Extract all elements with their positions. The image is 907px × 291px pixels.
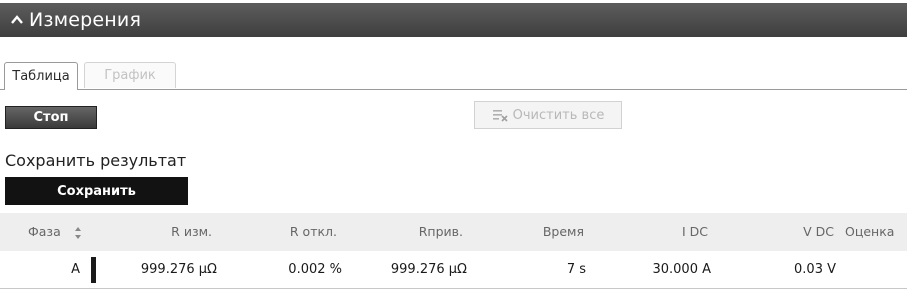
clear-list-icon xyxy=(492,108,508,122)
cell-v-dc: 0.03 V xyxy=(794,262,836,277)
column-header-r-red[interactable]: Rприв. xyxy=(410,213,463,251)
column-header-v-dc[interactable]: V DC xyxy=(790,213,834,251)
column-header-i-dc[interactable]: I DC xyxy=(670,213,708,251)
cell-phase: A xyxy=(71,262,80,277)
cell-r-red: 999.276 µΩ xyxy=(390,262,467,277)
measurements-panel-header[interactable]: Измерения xyxy=(0,3,907,37)
column-header-phase[interactable]: Фаза xyxy=(28,213,61,251)
panel-title: Измерения xyxy=(29,9,142,31)
save-button[interactable]: Сохранить xyxy=(5,177,188,205)
column-header-r-meas[interactable]: R изм. xyxy=(160,213,212,251)
table-row[interactable]: A 999.276 µΩ 0.002 % 999.276 µΩ 7 s 30.0… xyxy=(0,251,907,289)
sort-icon[interactable] xyxy=(74,225,82,239)
stop-button[interactable]: Стоп xyxy=(5,106,97,129)
cell-r-meas: 999.276 µΩ xyxy=(140,262,217,277)
cell-r-dev: 0.002 % xyxy=(288,262,342,277)
results-table: Фаза R изм. R откл. Rприв. Время I DC V … xyxy=(0,213,907,289)
cell-time: 7 s xyxy=(566,262,586,277)
column-header-r-dev[interactable]: R откл. xyxy=(283,213,337,251)
clear-all-button[interactable]: Очистить все xyxy=(474,101,622,129)
column-header-grade[interactable]: Оценка xyxy=(845,213,894,251)
cell-i-dc: 30.000 A xyxy=(652,262,711,277)
cell-grade xyxy=(845,251,900,288)
table-header: Фаза R изм. R откл. Rприв. Время I DC V … xyxy=(0,213,907,251)
column-header-time[interactable]: Время xyxy=(530,213,584,251)
save-section-label: Сохранить результат xyxy=(5,151,187,170)
tab-table[interactable]: Таблица xyxy=(4,62,78,90)
tabs-divider xyxy=(0,89,907,90)
view-tabs: Таблица График xyxy=(0,60,907,90)
chevron-up-icon[interactable] xyxy=(11,13,29,28)
clear-all-label: Очистить все xyxy=(512,107,605,123)
tab-chart[interactable]: График xyxy=(84,62,176,88)
row-marker xyxy=(91,257,96,283)
